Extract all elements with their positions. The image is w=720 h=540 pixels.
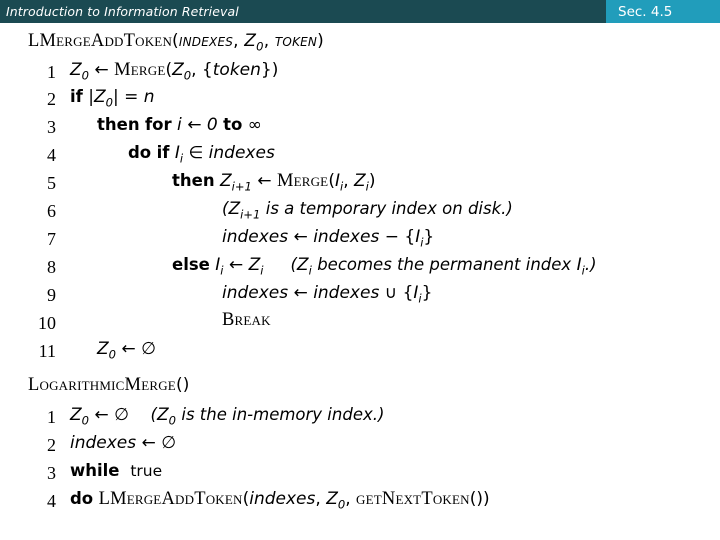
code-line-7: indexes ← indexes − {Ii} [222,227,435,250]
line-number: 7 [47,229,56,249]
line-number: 9 [47,285,56,305]
line-number: 11 [38,341,56,361]
code-line-lm-1: Z0 ← ∅ (Z0 is the in-memory index.) [70,405,385,428]
code-line-1: Z0 ← Merge(Z0, {token}) [70,60,279,83]
line-number: 4 [47,145,56,165]
code-line-8: else Ii ← Zi (Zi becomes the permanent i… [172,255,597,278]
code-line-10: Break [222,310,271,331]
code-line-6: (Zi+1 is a temporary index on disk.) [222,199,513,222]
line-number: 6 [47,201,56,221]
line-number: 5 [47,173,56,193]
line-number: 3 [47,117,56,137]
code-line-lm-2: indexes ← ∅ [70,433,176,453]
code-line-5: then Zi+1 ← Merge(Ii, Zi) [172,171,376,194]
line-number: 1 [47,407,56,427]
slide-header: Introduction to Information Retrieval Se… [0,0,720,23]
line-number: 8 [47,257,56,277]
procedure-name: LogarithmicMerge [28,375,176,395]
code-line-4: do if Ii ∈ indexes [128,143,275,166]
code-line-lm-3: while true [70,461,163,480]
line-number: 10 [38,313,56,333]
line-number: 3 [47,463,56,483]
code-line-11: Z0 ← ∅ [97,339,156,362]
section-badge: Sec. 4.5 [606,0,720,23]
procedure-name: LMergeAddToken [28,31,173,51]
break-keyword: Break [222,310,271,330]
code-line-2: if |Z0| = n [70,87,155,110]
algorithm-title-logarithmic-merge: LogarithmicMerge() [28,375,190,395]
code-line-3: then for i ← 0 to ∞ [97,115,262,135]
line-number: 1 [47,62,56,82]
code-line-lm-4: do LMergeAddToken(indexes, Z0, getNextTo… [70,489,490,512]
pseudocode-body: LMergeAddToken(indexes, Z0, token) 1 Z0 … [0,23,720,540]
line-number: 2 [47,435,56,455]
course-title: Introduction to Information Retrieval [6,4,239,19]
line-number: 2 [47,89,56,109]
line-number: 4 [47,491,56,511]
algorithm-title-lmerge-add-token: LMergeAddToken(indexes, Z0, token) [28,31,324,54]
code-line-9: indexes ← indexes ∪ {Ii} [222,283,433,306]
